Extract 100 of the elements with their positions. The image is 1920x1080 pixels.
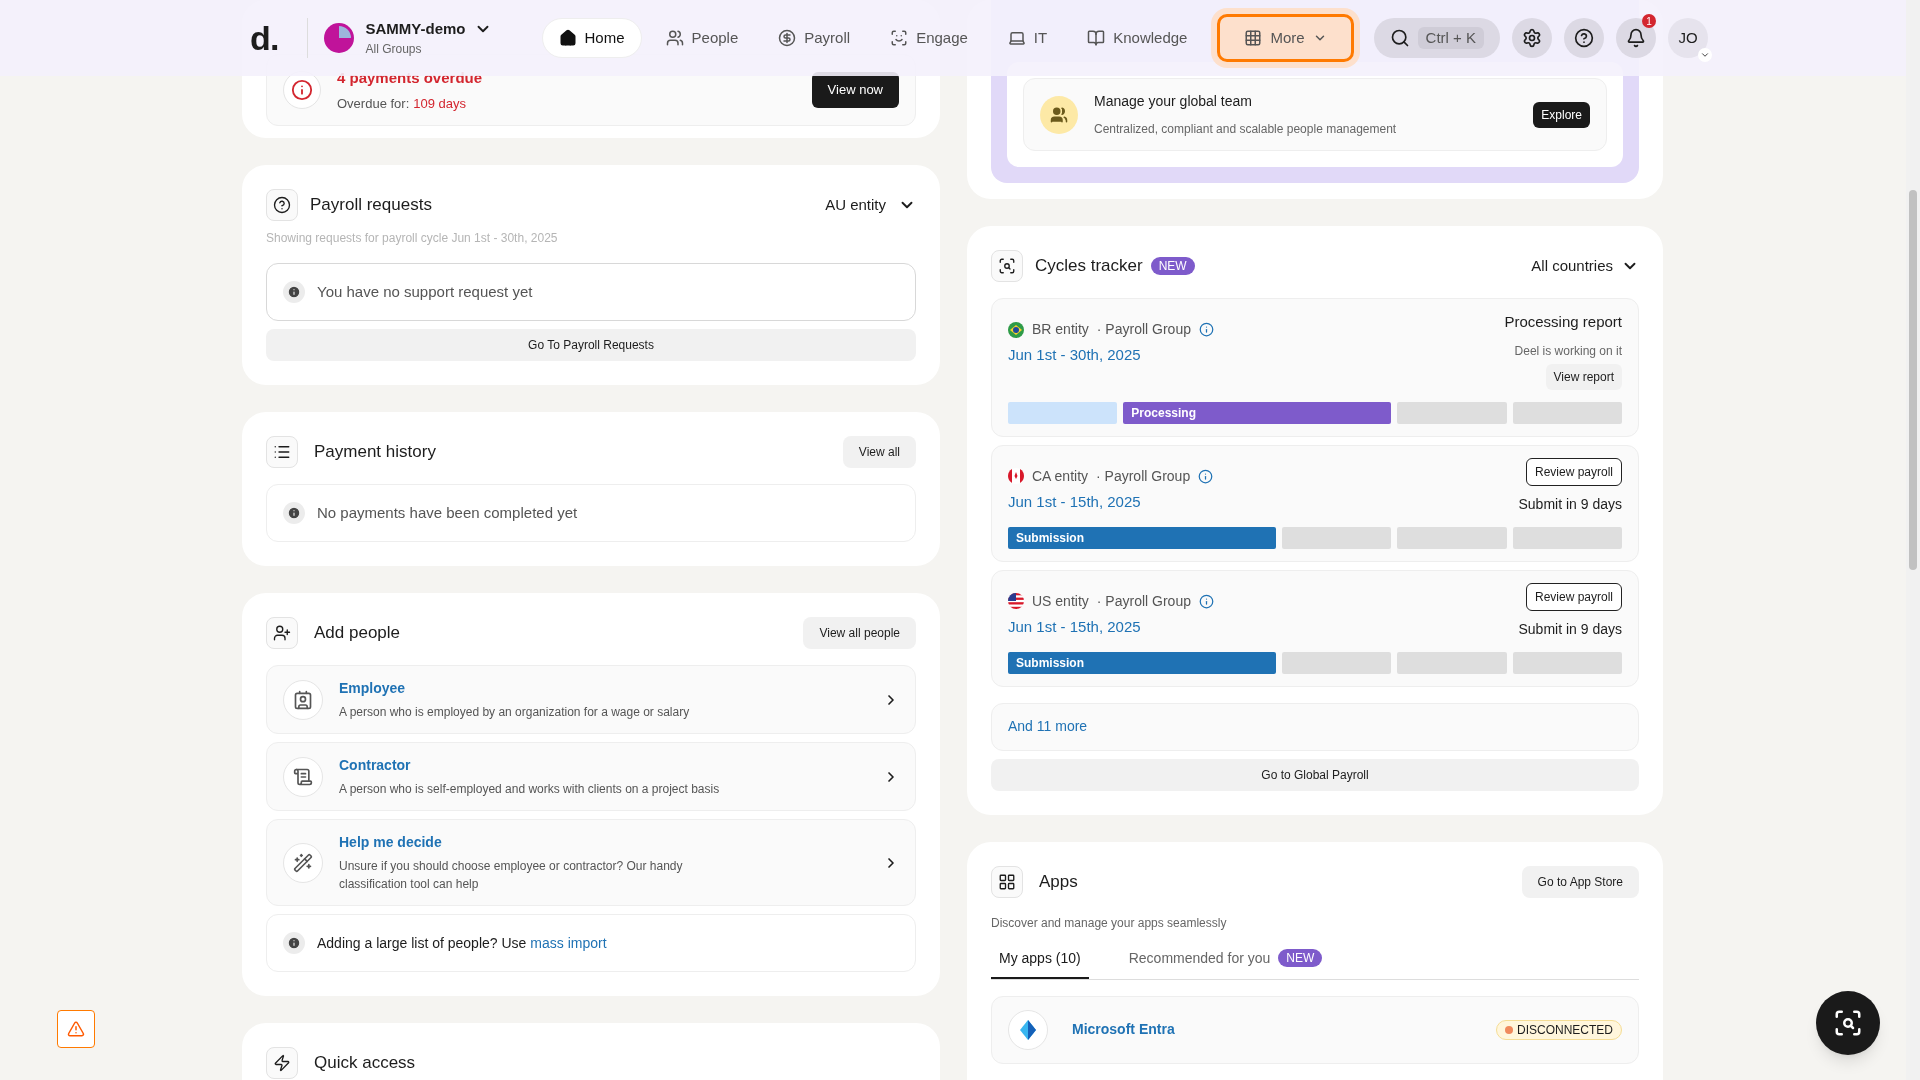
group-name: · Payroll Group (1096, 320, 1191, 339)
status-note: Deel is working on it (1514, 342, 1622, 360)
entity-name: CA entity (1032, 466, 1089, 486)
diamond-logo (1008, 1009, 1048, 1050)
app-name: Microsoft Entra (1072, 1020, 1176, 1039)
cycle-dates: Jun 1st - 15th, 2025 (1008, 491, 1142, 512)
submit-note: Submit in 9 days (1518, 619, 1622, 639)
notification-badge: 1 (1642, 14, 1657, 28)
card-title: Payroll requests (310, 194, 433, 217)
payroll-requests-button[interactable]: Go To Payroll Requests (266, 329, 916, 361)
help-icon (266, 189, 298, 221)
nav-tab[interactable]: People (649, 18, 755, 58)
nav-tab[interactable]: More (1217, 14, 1354, 62)
nav-tab[interactable]: Payroll (762, 18, 867, 58)
option-description: Unsure if you should choose employee or contractor? Our handy classification tool can help (339, 858, 684, 893)
view-all-people-button[interactable]: View all people (803, 617, 916, 649)
review-payroll-button[interactable]: Review payroll (1525, 582, 1622, 611)
info-icon (283, 932, 305, 954)
review-payroll-button[interactable]: Review payroll (1525, 457, 1622, 486)
apps-icon (991, 865, 1023, 898)
option-description: A person who is employed by an organization for a wage or salary (339, 704, 691, 721)
alert-title: 4 payments overdue (337, 68, 484, 88)
info-icon (1198, 593, 1214, 609)
entity-name: BR entity (1032, 320, 1089, 339)
grid-icon (1244, 29, 1263, 47)
card-title: Add people (314, 622, 402, 645)
warning-button[interactable] (57, 1010, 95, 1048)
document-icon (283, 756, 323, 797)
card-subtitle: Showing requests for payroll cycle Jun 1st - 30th, 2025 (266, 230, 559, 247)
laptop-icon (1007, 29, 1026, 47)
warning-icon (67, 1020, 85, 1038)
progress-segment: Processing (1123, 401, 1392, 424)
app-row[interactable]: Microsoft Entra DISCONNECTED (991, 995, 1639, 1064)
overdue-label: Overdue for: (337, 94, 410, 113)
shortcut-hint: Ctrl + K (1417, 26, 1485, 50)
progress-segment: Submission (1008, 651, 1276, 674)
entity-dropdown[interactable]: AU entity (825, 193, 916, 217)
nav-tab[interactable]: Engage (874, 18, 984, 58)
assistant-button[interactable] (1816, 991, 1880, 1055)
info-icon (1198, 468, 1214, 484)
chevron-down-icon (1698, 48, 1713, 62)
progress-segment: Submission (1008, 526, 1276, 549)
info-icon (1198, 322, 1214, 337)
flag-icon (1008, 321, 1024, 338)
dollar-icon (778, 29, 797, 47)
logo[interactable]: d. (250, 12, 279, 64)
explore-button[interactable]: Explore (1533, 101, 1590, 128)
nav-tab[interactable]: IT (991, 18, 1064, 58)
entity-name: US entity (1032, 591, 1089, 611)
mass-import-link[interactable]: mass import (530, 932, 607, 954)
people-icon (665, 29, 684, 47)
wand-icon (283, 842, 323, 883)
apps-tab[interactable]: Recommended for you NEW (1120, 947, 1331, 979)
option-title: Employee (339, 679, 407, 698)
team-icon (1040, 95, 1078, 134)
option-title: Contractor (339, 756, 412, 775)
option-row[interactable]: Contractor A person who is self-employed and works with clients on a project basis (266, 742, 916, 811)
card-title: Apps (1039, 870, 1079, 893)
help-icon (1574, 28, 1595, 48)
global-payroll-button[interactable]: Go to Global Payroll (991, 758, 1639, 791)
info-text: Adding a large list of people? Use (317, 933, 527, 953)
option-description: A person who is self-employed and works with clients on a project basis (339, 781, 721, 798)
scrollbar[interactable] (1906, 0, 1920, 1080)
nav-tab[interactable]: Knowledge (1071, 18, 1204, 58)
apps-tab[interactable]: My apps (10) (991, 947, 1089, 979)
search-button[interactable]: Ctrl + K (1373, 18, 1501, 58)
more-link[interactable]: And 11 more (1008, 716, 1088, 737)
status-title: Processing report (1504, 312, 1622, 332)
view-report-button[interactable]: View report (1545, 363, 1622, 390)
tracker-icon (991, 250, 1023, 282)
view-all-button[interactable]: View all (842, 436, 916, 468)
org-switcher[interactable]: SAMMY-demo (365, 17, 492, 41)
option-title: Help me decide (339, 833, 443, 852)
org-avatar (323, 23, 354, 53)
promo-description: Centralized, compliant and scalable people management (1094, 121, 1398, 138)
cycle-dates: Jun 1st - 30th, 2025 (1008, 345, 1142, 365)
option-row[interactable]: Employee A person who is employed by an organization for a wage or salary (266, 665, 916, 734)
org-group: All Groups (365, 40, 492, 59)
card-subtitle: Discover and manage your apps seamlessly (991, 914, 1228, 932)
group-name: · Payroll Group (1096, 466, 1191, 486)
option-row[interactable]: Help me decide Unsure if you should choose employee or contractor? Our handy classification tool can help (266, 819, 916, 906)
home-icon (558, 29, 577, 47)
group-name: · Payroll Group (1096, 591, 1191, 611)
empty-text: You have no support request yet (317, 281, 533, 302)
submit-note: Submit in 9 days (1518, 494, 1622, 514)
id-badge-icon (283, 679, 323, 720)
countries-dropdown[interactable]: All countries (1531, 254, 1639, 278)
bell-icon (1626, 28, 1647, 48)
scan-icon (1833, 1008, 1863, 1038)
add-user-icon (266, 617, 298, 649)
overdue-value: 109 days (413, 94, 467, 113)
help-button[interactable] (1564, 18, 1605, 58)
card-title: Quick access (314, 1052, 416, 1075)
flag-icon (1008, 593, 1024, 609)
status-badge: DISCONNECTED (1496, 1019, 1622, 1040)
nav-tab[interactable]: Home (541, 18, 642, 58)
search-icon (1389, 28, 1410, 48)
settings-button[interactable] (1512, 18, 1553, 58)
scrollbar-thumb[interactable] (1909, 190, 1917, 570)
app-store-button[interactable]: Go to App Store (1521, 865, 1639, 898)
